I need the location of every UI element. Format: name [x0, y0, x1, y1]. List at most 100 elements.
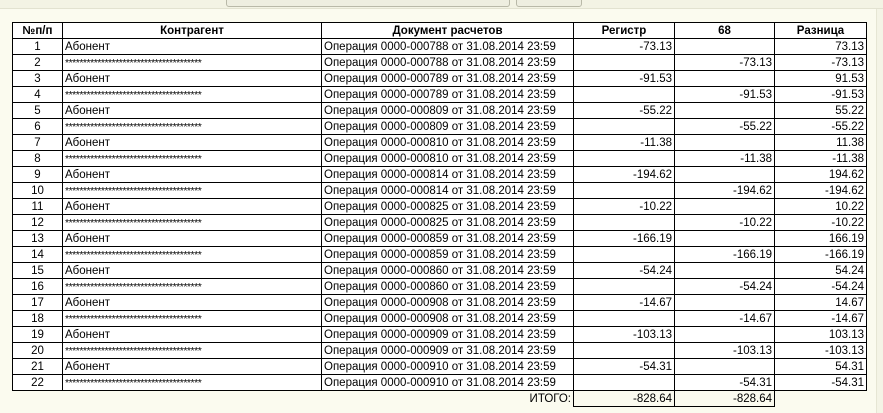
total-label: ИТОГО:: [321, 390, 574, 407]
table-row[interactable]: 2 ************************************** О…: [12, 54, 867, 71]
cell-document: Операция 0000-000910 от 31.08.2014 23:59: [321, 358, 574, 375]
cell-document: Операция 0000-000860 от 31.08.2014 23:59: [321, 262, 574, 279]
toolbar-button[interactable]: [516, 0, 582, 7]
table-row[interactable]: 3 Абонент Операция 0000-000789 от 31.08.20…: [12, 70, 867, 87]
cell-document: Операция 0000-000814 от 31.08.2014 23:59: [321, 182, 574, 199]
cell-counterparty: Абонент: [62, 262, 322, 279]
cell-document: Операция 0000-000909 от 31.08.2014 23:59: [321, 326, 574, 343]
cell-number: 3: [12, 70, 63, 87]
table-row[interactable]: 11 Абонент Операция 0000-000825 от 31.08.2…: [12, 198, 867, 215]
total-row: ИТОГО: -828.64 -828.64: [13, 390, 867, 407]
cell-counterparty: **************************************: [62, 214, 322, 231]
table-row[interactable]: 16 **************************************…: [12, 278, 867, 295]
cell-document: Операция 0000-000860 от 31.08.2014 23:59: [321, 278, 574, 295]
total-spacer: [13, 391, 322, 407]
cell-account-68: [674, 102, 775, 119]
cell-register: -54.31: [573, 358, 675, 375]
cell-counterparty: **************************************: [62, 118, 322, 135]
cell-number: 10: [12, 182, 63, 199]
cell-register: [573, 278, 675, 295]
total-register: -828.64: [573, 390, 675, 407]
cell-register: [573, 374, 675, 391]
cell-difference: -73.13: [774, 54, 867, 71]
table-row[interactable]: 15 Абонент Операция 0000-000860 от 31.08.2…: [12, 262, 867, 279]
cell-difference: -54.24: [774, 278, 867, 295]
cell-account-68: -54.24: [674, 278, 775, 295]
cell-register: -73.13: [573, 38, 675, 55]
cell-register: -166.19: [573, 230, 675, 247]
table-row[interactable]: 1 Абонент Операция 0000-000788 от 31.08.20…: [12, 38, 867, 55]
cell-difference: -54.31: [774, 374, 867, 391]
table-row[interactable]: 14 **************************************…: [12, 246, 867, 263]
cell-number: 4: [12, 86, 63, 103]
cell-document: Операция 0000-000810 от 31.08.2014 23:59: [321, 134, 574, 151]
cell-account-68: [674, 134, 775, 151]
cell-difference: -14.67: [774, 310, 867, 327]
cell-register: -103.13: [573, 326, 675, 343]
cell-account-68: -55.22: [674, 118, 775, 135]
cell-difference: -91.53: [774, 86, 867, 103]
vertical-scrollbar[interactable]: [876, 9, 883, 413]
cell-number: 13: [12, 230, 63, 247]
cell-register: [573, 342, 675, 359]
cell-difference: -194.62: [774, 182, 867, 199]
cell-number: 2: [12, 54, 63, 71]
cell-difference: 166.19: [774, 230, 867, 247]
table-row[interactable]: 5 Абонент Операция 0000-000809 от 31.08.20…: [12, 102, 867, 119]
cell-difference: 10.22: [774, 198, 867, 215]
total-account-68: -828.64: [674, 390, 775, 407]
table-row[interactable]: 4 ************************************** О…: [12, 86, 867, 103]
table-row[interactable]: 12 **************************************…: [12, 214, 867, 231]
cell-register: -194.62: [573, 166, 675, 183]
cell-counterparty: Абонент: [62, 358, 322, 375]
cell-document: Операция 0000-000908 от 31.08.2014 23:59: [321, 310, 574, 327]
cell-register: -11.38: [573, 134, 675, 151]
cell-difference: -166.19: [774, 246, 867, 263]
cell-account-68: [674, 166, 775, 183]
cell-number: 12: [12, 214, 63, 231]
table-row[interactable]: 22 **************************************…: [12, 374, 867, 391]
table-row[interactable]: 9 Абонент Операция 0000-000814 от 31.08.20…: [12, 166, 867, 183]
table-row[interactable]: 17 Абонент Операция 0000-000908 от 31.08.2…: [12, 294, 867, 311]
table-row[interactable]: 19 Абонент Операция 0000-000909 от 31.08.2…: [12, 326, 867, 343]
cell-account-68: [674, 294, 775, 311]
cell-register: -10.22: [573, 198, 675, 215]
table-row[interactable]: 7 Абонент Операция 0000-000810 от 31.08.20…: [12, 134, 867, 151]
cell-document: Операция 0000-000859 от 31.08.2014 23:59: [321, 246, 574, 263]
cell-account-68: -11.38: [674, 150, 775, 167]
cell-counterparty: **************************************: [62, 182, 322, 199]
table-row[interactable]: 8 ************************************** О…: [12, 150, 867, 167]
cell-account-68: [674, 70, 775, 87]
table-row[interactable]: 13 Абонент Операция 0000-000859 от 31.08.2…: [12, 230, 867, 247]
cell-difference: -55.22: [774, 118, 867, 135]
table-row[interactable]: 20 **************************************…: [12, 342, 867, 359]
cell-document: Операция 0000-000825 от 31.08.2014 23:59: [321, 214, 574, 231]
cell-document: Операция 0000-000788 от 31.08.2014 23:59: [321, 54, 574, 71]
cell-number: 19: [12, 326, 63, 343]
table-row[interactable]: 6 ************************************** О…: [12, 118, 867, 135]
cell-document: Операция 0000-000810 от 31.08.2014 23:59: [321, 150, 574, 167]
cell-register: [573, 86, 675, 103]
cell-counterparty: **************************************: [62, 86, 322, 103]
cell-account-68: [674, 262, 775, 279]
cell-counterparty: Абонент: [62, 198, 322, 215]
cell-difference: -103.13: [774, 342, 867, 359]
cell-counterparty: **************************************: [62, 246, 322, 263]
header-register: Регистр: [573, 22, 675, 39]
cell-difference: 91.53: [774, 70, 867, 87]
cell-account-68: -103.13: [674, 342, 775, 359]
table-row[interactable]: 21 Абонент Операция 0000-000910 от 31.08.2…: [12, 358, 867, 375]
toolbar-field[interactable]: [226, 0, 510, 7]
cell-difference: 55.22: [774, 102, 867, 119]
cell-difference: 73.13: [774, 38, 867, 55]
total-difference: [775, 391, 867, 407]
cell-difference: 194.62: [774, 166, 867, 183]
cell-account-68: [674, 38, 775, 55]
table-row[interactable]: 18 **************************************…: [12, 310, 867, 327]
table-row[interactable]: 10 **************************************…: [12, 182, 867, 199]
cell-number: 22: [12, 374, 63, 391]
report-table: №п/п Контрагент Документ расчетов Регист…: [12, 22, 867, 407]
cell-counterparty: Абонент: [62, 294, 322, 311]
cell-difference: 103.13: [774, 326, 867, 343]
cell-counterparty: Абонент: [62, 70, 322, 87]
